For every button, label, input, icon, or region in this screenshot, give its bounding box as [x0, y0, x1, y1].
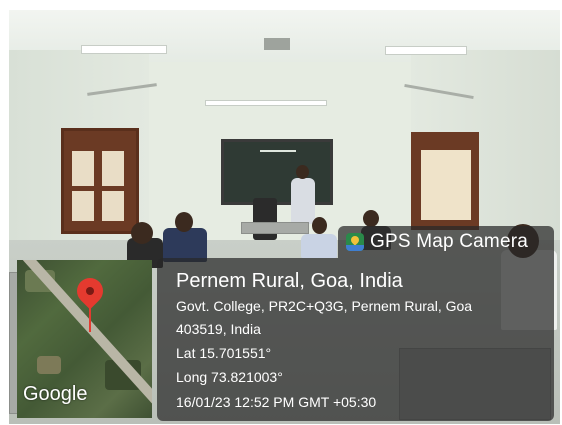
- ceiling-light-right: [385, 46, 467, 55]
- location-title: Pernem Rural, Goa, India: [176, 270, 403, 292]
- student: [163, 228, 207, 262]
- door-opening: [421, 150, 471, 220]
- datetime: 16/01/23 12:52 PM GMT +05:30: [176, 394, 377, 410]
- tube-light-back: [205, 100, 327, 106]
- board-writing: [260, 150, 296, 152]
- student: [301, 234, 337, 258]
- student-head: [175, 212, 193, 232]
- google-logo: Google: [23, 383, 88, 405]
- blackboard: [221, 139, 333, 205]
- app-title: GPS Map Camera: [370, 231, 529, 252]
- student-head: [363, 210, 379, 227]
- ceiling-light-left: [81, 45, 167, 54]
- window-left: [61, 128, 139, 234]
- projector: [264, 38, 290, 50]
- student-head: [131, 222, 153, 244]
- map-pin-center: [86, 287, 94, 295]
- gps-map-camera-icon: [346, 233, 364, 251]
- latitude: Lat 15.701551°: [176, 345, 272, 361]
- map-thumbnail: Google: [17, 260, 152, 418]
- teacher: [291, 178, 315, 224]
- student-head: [312, 217, 327, 234]
- address-line-2: 403519, India: [176, 321, 261, 337]
- teacher-desk: [241, 222, 309, 234]
- address-line-1: Govt. College, PR2C+Q3G, Pernem Rural, G…: [176, 298, 473, 314]
- longitude: Long 73.821003°: [176, 369, 283, 385]
- teacher-head: [296, 165, 309, 179]
- gps-header: GPS Map Camera: [338, 226, 554, 258]
